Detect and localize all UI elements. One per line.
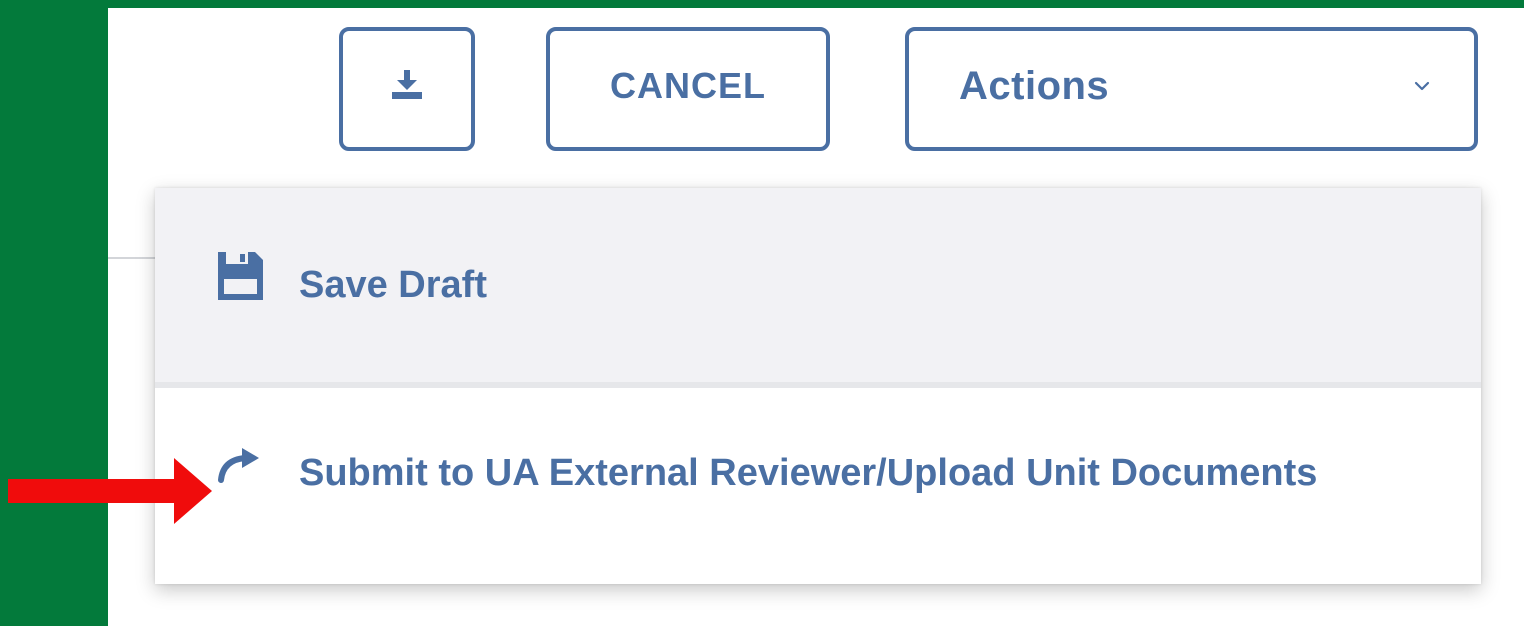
cancel-button[interactable]: CANCEL [546,27,830,151]
floppy-disk-icon [215,250,265,302]
chevron-down-icon [1414,81,1430,91]
download-icon [390,70,424,108]
menu-item-save-draft[interactable]: Save Draft [155,188,1481,382]
cancel-button-label: CANCEL [610,65,766,106]
redo-arrow-icon [215,446,261,486]
menu-item-label: Save Draft [299,264,487,306]
actions-dropdown[interactable]: Actions [905,27,1478,151]
red-arrow-annotation [8,458,212,524]
green-sidebar-strip [0,0,108,626]
actions-dropdown-label: Actions [959,63,1110,108]
menu-item-submit-external-reviewer[interactable]: Submit to UA External Reviewer/Upload Un… [155,388,1481,584]
menu-item-label: Submit to UA External Reviewer/Upload Un… [299,452,1318,494]
green-top-strip [0,0,1524,8]
actions-dropdown-menu: Save Draft Submit to UA External Reviewe… [155,188,1481,584]
download-button[interactable] [339,27,475,151]
